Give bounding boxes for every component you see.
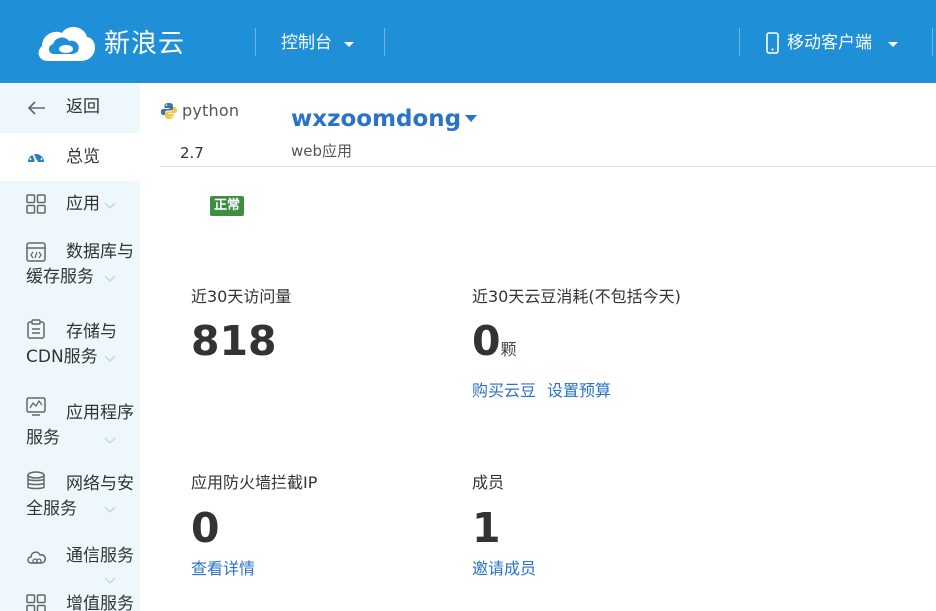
chevron-down-icon (104, 577, 116, 585)
chevron-down-icon (104, 355, 116, 363)
caret-down-icon (888, 41, 898, 47)
app-type: web应用 (291, 142, 353, 160)
python-logo-icon (161, 102, 177, 119)
dashboard-icon (28, 151, 44, 163)
database-code-icon (26, 242, 46, 262)
sidebar-item-overview[interactable]: 总览 (0, 133, 140, 181)
brand-name[interactable]: 新浪云 (104, 26, 185, 62)
chevron-down-icon (104, 275, 116, 283)
sidebar-item-label: 应用 (66, 194, 100, 214)
sidebar-item-label: 全服务 (26, 499, 77, 519)
phone-icon (766, 32, 779, 54)
sidebar-item-back[interactable]: 返回 (0, 83, 140, 133)
set-budget-link[interactable]: 设置预算 (547, 377, 611, 401)
python-logo: python (160, 101, 239, 120)
view-details-link[interactable]: 查看详情 (191, 555, 255, 579)
sidebar-item-label: 服务 (26, 428, 60, 448)
top-bar: 新浪云 控制台 移动客户端 (0, 0, 936, 83)
sidebar-item-label: 通信服务 (66, 546, 134, 566)
sidebar-item-network-security[interactable]: 网络与安 全服务 (0, 464, 140, 532)
beans-value: 0 (472, 317, 501, 365)
visits-value: 818 (191, 317, 277, 365)
beans-unit: 颗 (500, 340, 517, 359)
console-label: 控制台 (281, 33, 332, 53)
invite-members-link[interactable]: 邀请成员 (472, 555, 536, 579)
main-content: python 2.7 wxzoomdong web应用 正常 近30天访问量 8… (140, 83, 936, 611)
chart-monitor-icon (26, 397, 46, 416)
runtime-name: python (182, 101, 240, 120)
sidebar-item-value-added[interactable]: 增值服务 (0, 589, 140, 611)
sina-cloud-logo-icon[interactable] (34, 21, 98, 65)
status-badge: 正常 (210, 196, 245, 216)
caret-down-icon (344, 41, 354, 47)
back-arrow-icon (27, 101, 45, 115)
sidebar-item-label: 网络与安 (66, 474, 134, 494)
chevron-down-icon (104, 437, 116, 445)
sidebar-item-app-services[interactable]: 应用程序 服务 (0, 389, 140, 459)
sidebar-item-communication[interactable]: 通信服务 (0, 539, 140, 589)
app-selector[interactable]: wxzoomdong (291, 106, 478, 132)
divider (739, 28, 740, 56)
divider (255, 28, 256, 56)
chevron-down-icon (104, 202, 116, 210)
grid-icon (26, 194, 46, 214)
caret-down-icon (465, 114, 478, 122)
grid-icon (26, 594, 46, 611)
sidebar-item-label: 应用程序 (66, 403, 134, 423)
sidebar-item-label: 存储与 (66, 322, 117, 342)
buy-beans-link[interactable]: 购买云豆 (472, 377, 536, 401)
console-menu[interactable]: 控制台 (281, 31, 354, 55)
chevron-down-icon (104, 506, 116, 514)
beans-value-row: 0颗 (472, 317, 517, 374)
database-stack-icon (27, 471, 45, 490)
visits-label: 近30天访问量 (191, 287, 292, 306)
mobile-client-label: 移动客户端 (787, 33, 872, 53)
sidebar-item-storage-cdn[interactable]: 存储与 CDN服务 (0, 310, 140, 380)
firewall-label: 应用防火墙拦截IP (191, 473, 318, 492)
members-value: 1 (472, 504, 501, 552)
sidebar-item-label: 数据库与 (66, 242, 134, 262)
members-label: 成员 (472, 473, 505, 492)
sidebar-item-label: 返回 (66, 97, 100, 117)
divider (384, 28, 385, 56)
sidebar-item-label: CDN服务 (26, 347, 98, 367)
runtime-version: 2.7 (180, 144, 204, 162)
beans-label: 近30天云豆消耗(不包括今天) (472, 287, 681, 306)
sidebar-item-label: 增值服务 (66, 594, 134, 611)
clipboard-icon (27, 319, 45, 339)
cloud-link-icon (27, 551, 46, 564)
sidebar-item-database-cache[interactable]: 数据库与 缓存服务 (0, 231, 140, 301)
divider (160, 166, 936, 167)
firewall-value: 0 (191, 504, 220, 552)
sidebar: 返回 总览 应用 数据库与 缓存服务 存储与 CDN服务 应用程序 服务 网络与… (0, 83, 140, 611)
sidebar-item-apps[interactable]: 应用 (0, 181, 140, 229)
app-name: wxzoomdong (291, 106, 462, 132)
divider (932, 28, 933, 56)
sidebar-item-label: 总览 (66, 147, 100, 167)
sidebar-item-label: 缓存服务 (26, 267, 94, 287)
mobile-client-menu[interactable]: 移动客户端 (766, 31, 898, 55)
